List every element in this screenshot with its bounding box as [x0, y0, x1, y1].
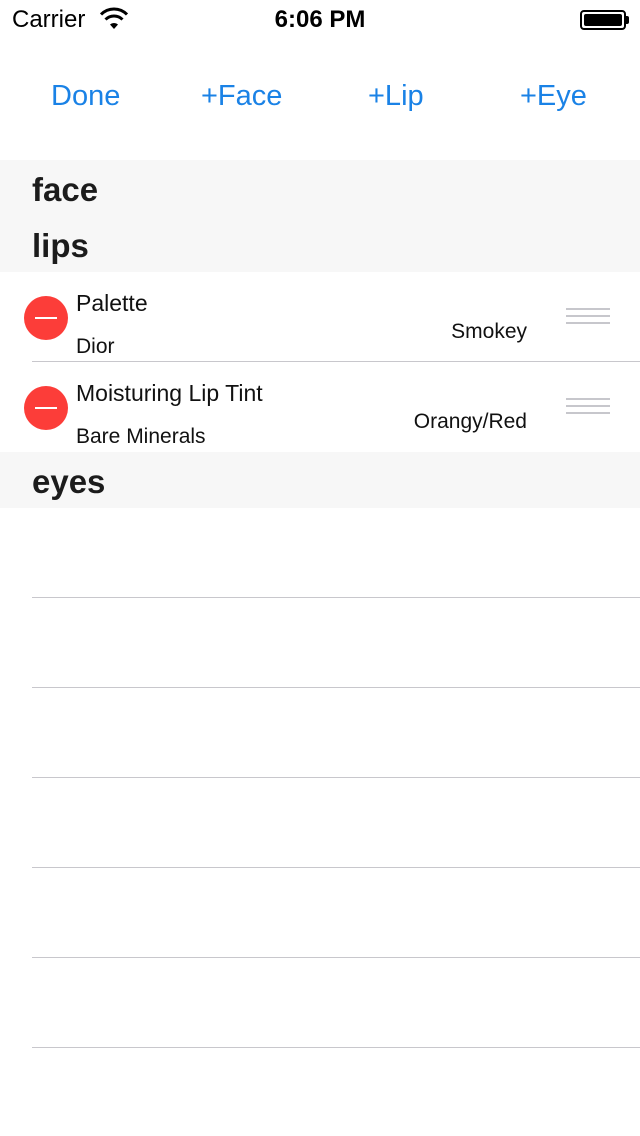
- row-separator: [32, 867, 640, 868]
- product-brand: Dior: [76, 335, 115, 358]
- delete-icon[interactable]: [24, 386, 68, 430]
- reorder-handle-icon[interactable]: [566, 308, 610, 324]
- row-separator: [32, 957, 640, 958]
- product-shade: Orangy/Red: [413, 410, 527, 433]
- status-time: 6:06 PM: [274, 6, 366, 33]
- row-separator: [32, 777, 640, 778]
- reorder-handle-icon[interactable]: [566, 398, 610, 414]
- row-separator: [32, 687, 640, 688]
- section-title: eyes: [32, 463, 106, 500]
- section-title: face: [32, 171, 99, 208]
- add-face-button[interactable]: +Face: [201, 80, 282, 113]
- section-header-lips: lips: [0, 216, 640, 272]
- row-separator: [32, 597, 640, 598]
- battery-icon: [580, 10, 630, 30]
- toolbar: Done +Face +Lip +Eye: [0, 80, 640, 124]
- section-header-eyes: eyes: [0, 452, 640, 508]
- section-header-face: face: [0, 160, 640, 216]
- row-separator: [32, 1047, 640, 1048]
- done-button[interactable]: Done: [51, 80, 120, 113]
- section-title: lips: [32, 227, 89, 264]
- product-shade: Smokey: [451, 320, 527, 343]
- table-row[interactable]: Moisturing Lip Tint Bare Minerals Orangy…: [0, 362, 640, 452]
- table-row[interactable]: Palette Dior Smokey: [0, 272, 640, 362]
- product-brand: Bare Minerals: [76, 425, 206, 448]
- add-eye-button[interactable]: +Eye: [520, 80, 587, 113]
- product-name: Moisturing Lip Tint: [76, 380, 263, 406]
- status-bar: Carrier 6:06 PM: [0, 0, 640, 40]
- product-name: Palette: [76, 290, 148, 316]
- add-lip-button[interactable]: +Lip: [368, 80, 424, 113]
- delete-icon[interactable]: [24, 296, 68, 340]
